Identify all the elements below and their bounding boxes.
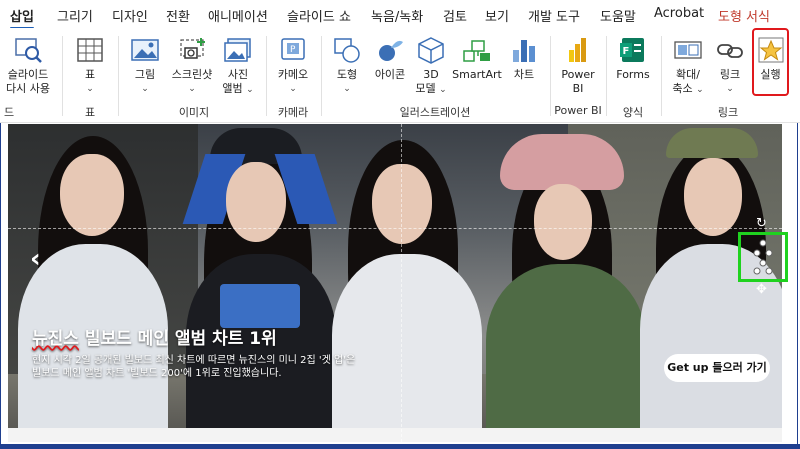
group-label-links: 링크 xyxy=(717,106,739,119)
group-separator xyxy=(266,36,267,116)
banner-image: ‹ 뉴진스 빌보드 메인 앨범 차트 1위 현지 시각 2일 공개된 빌보드 최… xyxy=(8,124,782,428)
screenshot-label: 스크린샷 xyxy=(171,68,213,81)
group-label-forms: 양식 xyxy=(622,106,644,119)
bar-chart-icon xyxy=(513,40,535,62)
headline-name: 뉴진스 xyxy=(32,329,79,349)
group-separator xyxy=(606,36,607,116)
alignment-guide-vertical xyxy=(401,124,402,442)
smartart-icon xyxy=(463,40,490,62)
icons-label: 아이콘 xyxy=(374,68,406,81)
zoom-icon xyxy=(674,41,702,59)
3d-cube-icon xyxy=(418,37,444,64)
tab-slideshow[interactable]: 슬라이드 쇼 xyxy=(287,6,351,25)
group-label-table: 표 xyxy=(84,106,96,119)
group-label-illustrations: 일러스트레이션 xyxy=(399,106,471,119)
zoom-label2: 축소 xyxy=(672,82,693,95)
slide-canvas: ‹ 뉴진스 빌보드 메인 앨범 차트 1위 현지 시각 2일 공개된 빌보드 최… xyxy=(8,124,788,442)
tab-design[interactable]: 디자인 xyxy=(112,6,148,25)
power-bi-label2: BI xyxy=(572,82,584,95)
banner-subtext: 현지 시각 2일 공개된 빌보드 최신 차트에 따르면 뉴진스의 미니 2집 '… xyxy=(32,354,355,380)
group-label-slides: 드 xyxy=(3,106,15,119)
table-label: 표 xyxy=(84,68,96,81)
move-cursor-icon: ✥ xyxy=(756,282,767,297)
ribbon-insert: 슬라이드 다시 사용 표 ⌄ 그림 ⌄ 스크린샷 ⌄ 사진 앨범 ⌄ 이미지 P… xyxy=(0,28,800,123)
svg-text:F: F xyxy=(623,46,630,57)
shapes-label: 도형 xyxy=(336,68,358,81)
group-separator xyxy=(550,36,551,116)
banner-headline: 뉴진스 빌보드 메인 앨범 차트 1위 xyxy=(32,324,277,349)
photo-album-label: 사진 xyxy=(227,68,249,81)
forms-icon: F xyxy=(620,38,644,62)
chevron-down-icon: ⌄ xyxy=(439,85,447,95)
zoom-label-line2: 축소 ⌄ xyxy=(666,82,710,97)
chevron-down-icon: ⌄ xyxy=(726,84,734,94)
tab-shape-format[interactable]: 도형 서식 xyxy=(718,6,770,25)
ribbon-tab-bar: 삽입 그리기 디자인 전환 애니메이션 슬라이드 쇼 녹음/녹화 검토 보기 개… xyxy=(0,0,800,30)
screenshot-icon xyxy=(180,38,205,59)
shapes-icon xyxy=(334,38,360,63)
alignment-guide-horizontal xyxy=(8,228,782,229)
svg-text:P: P xyxy=(290,45,296,55)
tab-recording[interactable]: 녹음/녹화 xyxy=(371,6,423,25)
window-bottom-border xyxy=(0,444,800,449)
link-icon xyxy=(717,44,743,58)
subtext-line-1: 현지 시각 2일 공개된 빌보드 최신 차트에 따르면 뉴진스의 미니 2집 '… xyxy=(32,355,356,366)
group-separator xyxy=(321,36,322,116)
photo-album-icon xyxy=(224,38,251,62)
selection-points-icon xyxy=(753,239,773,275)
smartart-label: SmartArt xyxy=(452,68,502,81)
group-separator xyxy=(62,36,63,116)
chevron-down-icon: ⌄ xyxy=(696,85,704,95)
tab-acrobat[interactable]: Acrobat xyxy=(654,6,704,21)
tab-insert[interactable]: 삽입 xyxy=(10,6,34,30)
photo-album-label2: 앨범 xyxy=(222,82,243,95)
headline-rest: 빌보드 메인 앨범 차트 1위 xyxy=(78,329,277,349)
tab-help[interactable]: 도움말 xyxy=(600,6,636,25)
chevron-down-icon: ⌄ xyxy=(141,84,149,94)
zoom-label: 확대/ xyxy=(676,68,700,81)
chevron-down-icon: ⌄ xyxy=(289,84,297,94)
group-label-camera: 카메라 xyxy=(277,106,309,119)
group-separator xyxy=(661,36,662,116)
reuse-slides-label-line2: 다시 사용 xyxy=(6,82,50,95)
group-label-power-bi: Power BI xyxy=(554,104,602,117)
subtext-line-2: 빌보드 메인 앨범 차트 '빌보드 200'에 1위로 진입했습니다. xyxy=(32,368,282,379)
cameo-icon: P xyxy=(281,38,305,60)
reuse-slides-icon xyxy=(15,38,42,63)
reuse-slides-label-line1: 슬라이드 xyxy=(7,68,49,81)
chart-label: 차트 xyxy=(513,68,535,81)
picture-label: 그림 xyxy=(134,68,156,81)
power-bi-icon xyxy=(569,38,586,62)
tab-transitions[interactable]: 전환 xyxy=(166,6,190,25)
tab-developer[interactable]: 개발 도구 xyxy=(528,6,580,25)
tab-view[interactable]: 보기 xyxy=(485,6,509,25)
carousel-prev-arrow[interactable]: ‹ xyxy=(30,244,41,274)
get-up-listen-button[interactable]: Get up 들으러 가기 xyxy=(664,354,770,382)
link-label: 링크 xyxy=(719,68,741,81)
table-icon xyxy=(77,38,103,62)
picture-icon xyxy=(131,39,159,61)
icons-icon xyxy=(379,40,403,61)
chevron-down-icon: ⌄ xyxy=(86,84,94,94)
rotate-handle-icon[interactable]: ↻ xyxy=(756,216,767,231)
chevron-down-icon: ⌄ xyxy=(246,85,254,95)
chevron-down-icon: ⌄ xyxy=(343,84,351,94)
cameo-label: 카메오 xyxy=(277,68,309,81)
3d-models-label2: 모델 xyxy=(415,82,436,95)
3d-models-label: 3D xyxy=(423,68,439,81)
3d-models-label-line2: 모델 ⌄ xyxy=(412,82,450,97)
selected-shape-handle[interactable] xyxy=(738,232,788,282)
tab-draw[interactable]: 그리기 xyxy=(57,6,93,25)
photo-album-label-line2: 앨범 ⌄ xyxy=(218,82,258,97)
group-label-images: 이미지 xyxy=(178,106,210,119)
group-separator xyxy=(118,36,119,116)
power-bi-label: Power xyxy=(561,68,595,81)
forms-label: Forms xyxy=(616,68,650,81)
tab-review[interactable]: 검토 xyxy=(443,6,467,25)
action-button-highlight xyxy=(752,28,789,96)
chevron-down-icon: ⌄ xyxy=(188,84,196,94)
tab-animations[interactable]: 애니메이션 xyxy=(208,6,268,25)
